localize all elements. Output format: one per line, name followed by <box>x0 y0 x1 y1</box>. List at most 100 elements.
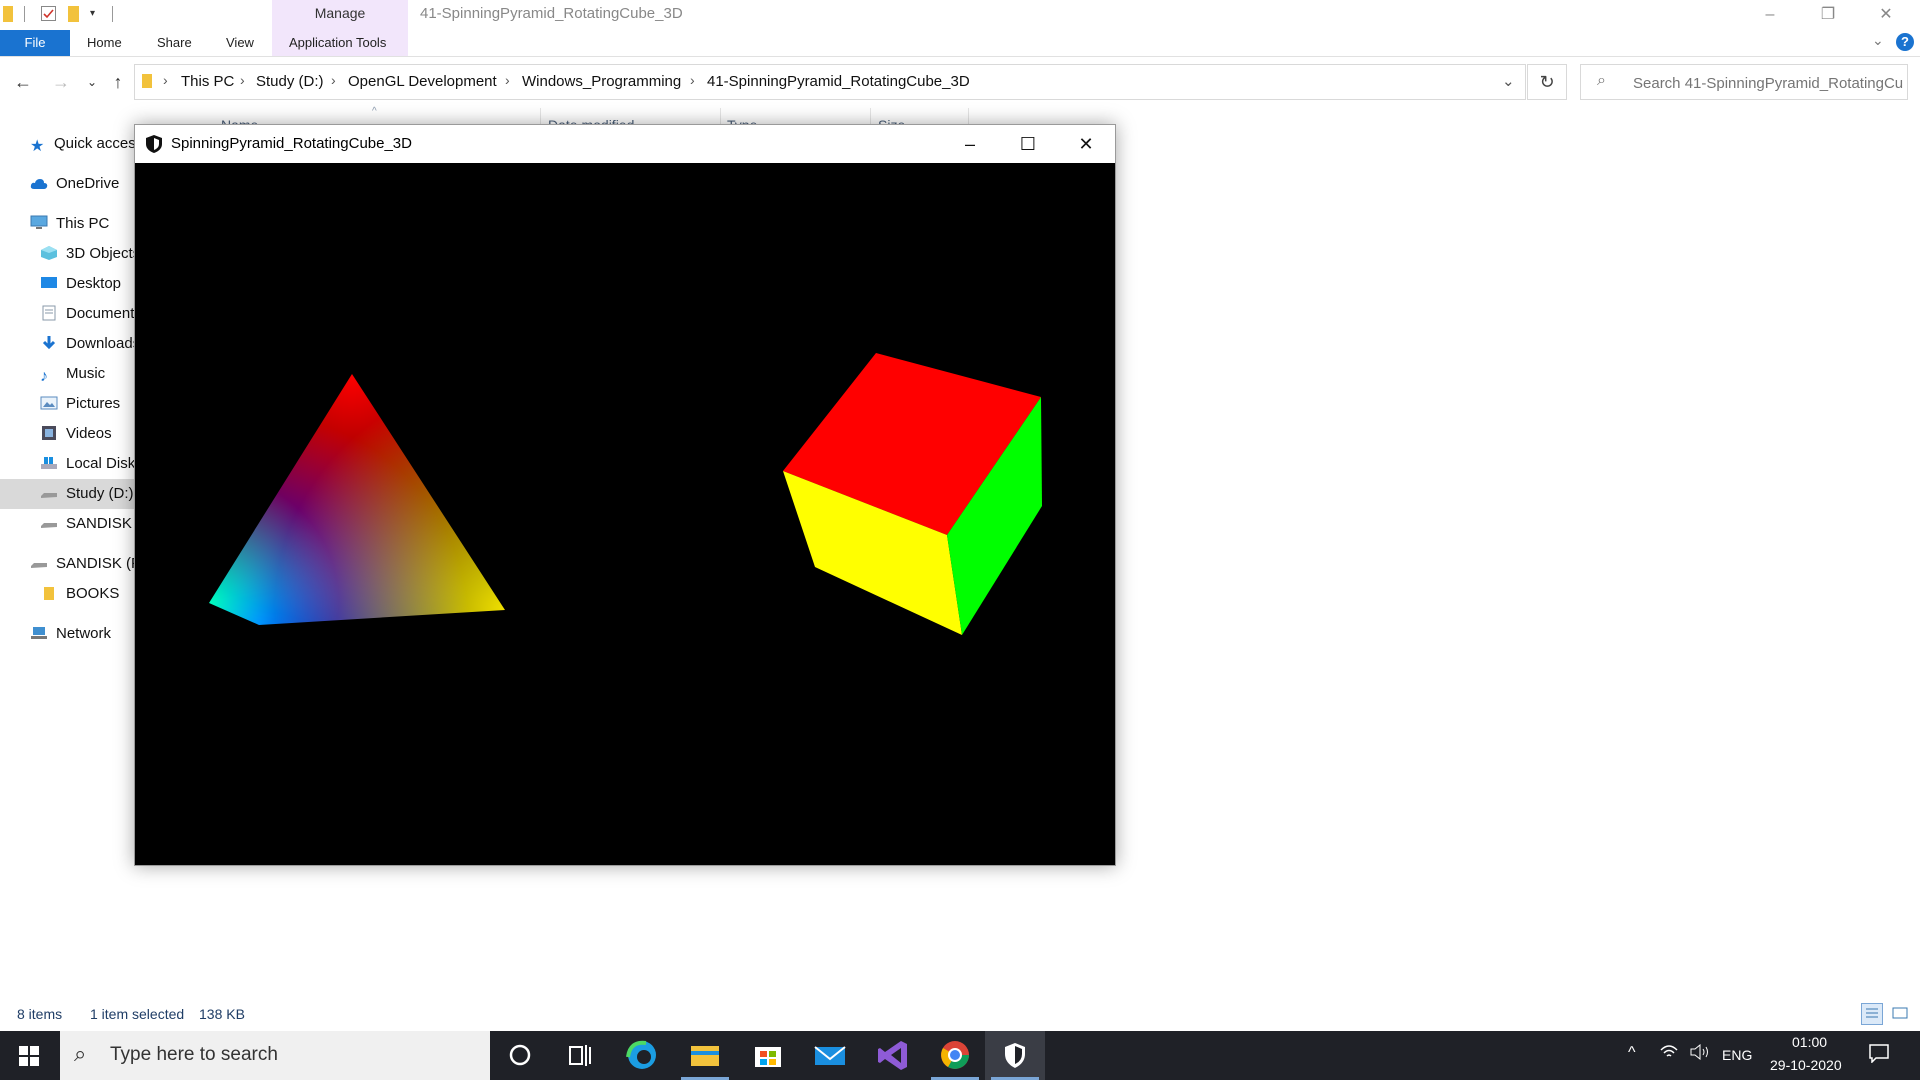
search-icon: ⌕ <box>1597 72 1606 89</box>
edge-icon[interactable] <box>612 1031 672 1080</box>
cube <box>783 353 1042 635</box>
forward-button[interactable]: → <box>49 70 73 94</box>
taskbar-search-placeholder: Type here to search <box>110 1044 278 1065</box>
tab-view[interactable]: View <box>226 30 254 56</box>
chevron-right-icon[interactable]: › <box>331 72 336 88</box>
taskbar-search[interactable]: ⌕ Type here to search <box>60 1031 490 1080</box>
drive-icon <box>40 512 58 528</box>
notifications-icon[interactable] <box>1868 1043 1890 1066</box>
sidebar-item-documents[interactable]: Documents <box>40 299 142 329</box>
search-icon: ⌕ <box>74 1041 87 1066</box>
show-hidden-icons-icon[interactable]: ^ <box>1628 1044 1636 1062</box>
language-indicator[interactable]: ENG <box>1722 1047 1752 1063</box>
sidebar-item-label: Documents <box>66 305 142 322</box>
chevron-right-icon[interactable]: › <box>163 72 168 88</box>
folder-icon <box>3 6 13 22</box>
sidebar-item-quick-access[interactable]: ★ Quick access <box>30 129 143 159</box>
sidebar-item-label: Videos <box>66 425 112 442</box>
app-minimize-button[interactable]: – <box>941 125 999 163</box>
search-input[interactable] <box>1631 65 1905 101</box>
store-icon[interactable] <box>738 1031 798 1080</box>
search-box[interactable]: ⌕ <box>1580 64 1908 101</box>
film-icon <box>40 422 58 440</box>
sidebar-item-books[interactable]: BOOKS <box>40 579 119 609</box>
sidebar-item-study-drive[interactable]: Study (D:) <box>40 479 134 509</box>
breadcrumb-this-pc[interactable]: This PC <box>181 73 234 90</box>
breadcrumb-study[interactable]: Study (D:) <box>256 73 324 90</box>
recent-locations-icon[interactable]: ⌄ <box>80 70 104 94</box>
sidebar-item-label: BOOKS <box>66 585 120 602</box>
task-view-icon[interactable] <box>550 1031 610 1080</box>
minimize-button[interactable]: – <box>1750 4 1790 26</box>
cloud-icon <box>30 172 48 189</box>
app-maximize-button[interactable]: ☐ <box>999 125 1057 163</box>
app-close-button[interactable]: ✕ <box>1057 125 1115 163</box>
large-icons-view-icon[interactable] <box>1890 1003 1912 1025</box>
tab-application-tools[interactable]: Application Tools <box>289 30 386 56</box>
tab-file[interactable]: File <box>0 30 70 56</box>
sidebar-item-network[interactable]: Network <box>30 619 111 649</box>
volume-icon[interactable] <box>1690 1043 1710 1063</box>
sidebar-item-onedrive[interactable]: OneDrive <box>30 169 119 199</box>
status-selection: 1 item selected <box>90 1006 185 1022</box>
sidebar-item-3d-objects[interactable]: 3D Objects <box>40 239 140 269</box>
chevron-right-icon[interactable]: › <box>690 72 695 88</box>
ribbon-divider <box>0 56 1920 57</box>
separator <box>112 6 113 22</box>
computer-icon <box>30 212 48 229</box>
sidebar-item-local-disk[interactable]: Local Disk <box>40 449 135 479</box>
music-note-icon: ♪ <box>40 368 48 385</box>
app-titlebar[interactable]: SpinningPyramid_RotatingCube_3D – ☐ ✕ <box>135 125 1115 163</box>
close-button[interactable]: ✕ <box>1866 4 1906 26</box>
sidebar-item-pictures[interactable]: Pictures <box>40 389 120 419</box>
manage-tab[interactable]: Manage <box>272 5 408 21</box>
customize-toolbar-icon[interactable]: ▾ <box>90 6 100 22</box>
cortana-icon[interactable] <box>490 1031 550 1080</box>
up-button[interactable]: ↑ <box>106 70 130 94</box>
file-explorer-icon[interactable] <box>675 1031 735 1080</box>
sidebar-item-label: Local Disk <box>66 455 136 472</box>
tab-home[interactable]: Home <box>87 30 122 56</box>
sidebar-item-label: Pictures <box>66 395 121 412</box>
breadcrumb-opengl[interactable]: OpenGL Development <box>348 73 497 90</box>
wifi-icon[interactable] <box>1660 1044 1678 1063</box>
sidebar-item-desktop[interactable]: Desktop <box>40 269 121 299</box>
tab-share[interactable]: Share <box>157 30 192 56</box>
sidebar-item-downloads[interactable]: Downloads <box>40 329 140 359</box>
details-view-icon[interactable] <box>1861 1003 1883 1025</box>
new-folder-icon[interactable] <box>68 6 79 22</box>
breadcrumb-current-folder[interactable]: 41-SpinningPyramid_RotatingCube_3D <box>707 73 970 90</box>
app-window: SpinningPyramid_RotatingCube_3D – ☐ ✕ <box>134 124 1116 866</box>
windows-start-icon[interactable] <box>19 1046 39 1070</box>
scene <box>209 353 1042 635</box>
sidebar-item-music[interactable]: ♪ Music <box>40 359 105 389</box>
chevron-right-icon[interactable]: › <box>505 72 510 88</box>
window-title: 41-SpinningPyramid_RotatingCube_3D <box>420 5 683 22</box>
sidebar-item-sandisk-f[interactable]: SANDISK (F: <box>30 549 144 579</box>
opengl-viewport[interactable] <box>135 163 1115 865</box>
chevron-right-icon[interactable]: › <box>240 72 245 88</box>
refresh-button[interactable]: ↻ <box>1527 64 1567 100</box>
restore-button[interactable]: ❐ <box>1808 4 1848 26</box>
opengl-app-taskbar-icon[interactable] <box>985 1031 1045 1080</box>
sidebar-item-sandisk[interactable]: SANDISK ( <box>40 509 141 539</box>
help-icon[interactable]: ? <box>1896 33 1914 51</box>
back-button[interactable]: ← <box>11 70 35 94</box>
breadcrumb-windows-programming[interactable]: Windows_Programming <box>522 73 681 90</box>
address-dropdown-icon[interactable]: ⌄ <box>1502 72 1515 90</box>
properties-icon[interactable] <box>41 6 56 21</box>
sidebar-item-this-pc[interactable]: This PC <box>30 209 109 239</box>
chrome-icon[interactable] <box>925 1031 985 1080</box>
status-size: 138 KB <box>199 1006 245 1022</box>
separator <box>24 6 25 22</box>
mail-icon[interactable] <box>800 1031 860 1080</box>
star-icon: ★ <box>30 138 45 155</box>
picture-icon <box>40 392 58 410</box>
shield-icon <box>145 134 163 158</box>
clock-time[interactable]: 01:00 <box>1792 1034 1827 1050</box>
expand-ribbon-icon[interactable]: ⌄ <box>1872 32 1884 49</box>
visual-studio-icon[interactable] <box>863 1031 923 1080</box>
clock-date[interactable]: 29-10-2020 <box>1770 1057 1842 1073</box>
sidebar-item-videos[interactable]: Videos <box>40 419 112 449</box>
sidebar-item-label: SANDISK ( <box>66 515 142 532</box>
